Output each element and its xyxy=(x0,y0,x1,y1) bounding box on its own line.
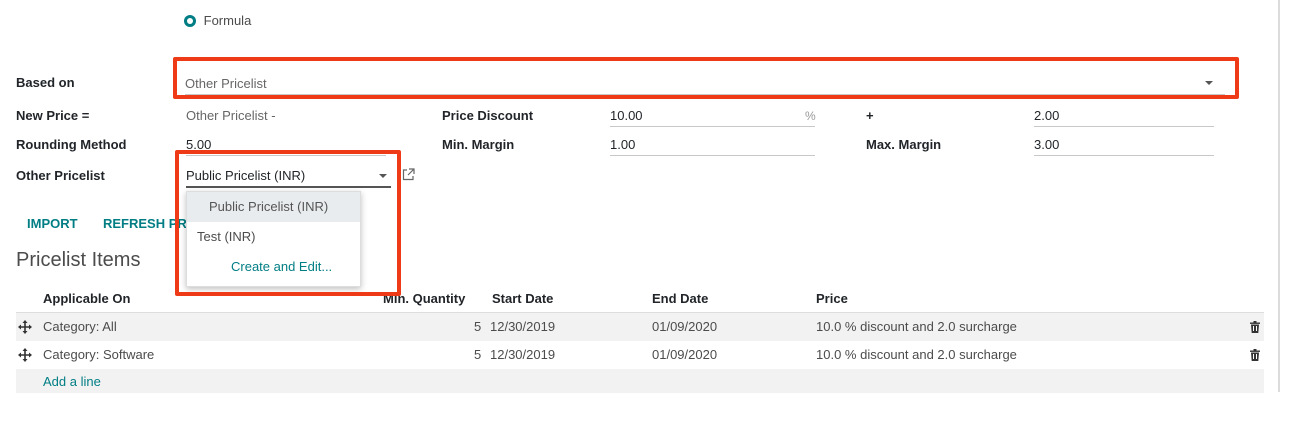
cell-end-date: 01/09/2020 xyxy=(652,319,718,334)
highlight-box-based-on xyxy=(173,57,1239,99)
min-margin-input[interactable]: 1.00 xyxy=(610,135,815,156)
table-row[interactable]: Category: All 5 12/30/2019 01/09/2020 10… xyxy=(16,313,1264,341)
refresh-prices-button[interactable]: REFRESH PR xyxy=(103,216,186,231)
add-line-link[interactable]: Add a line xyxy=(43,369,101,395)
rounding-method-label: Rounding Method xyxy=(16,137,127,152)
based-on-label: Based on xyxy=(16,75,75,90)
col-price[interactable]: Price xyxy=(816,291,848,306)
min-margin-label: Min. Margin xyxy=(442,137,515,152)
cell-min-quantity: 5 xyxy=(474,319,482,334)
radio-checked-icon[interactable] xyxy=(184,15,196,27)
other-pricelist-label: Other Pricelist xyxy=(16,168,105,183)
cell-price: 10.0 % discount and 2.0 surcharge xyxy=(816,319,1017,334)
col-start-date[interactable]: Start Date xyxy=(492,291,553,306)
price-discount-input[interactable]: 10.00 % xyxy=(610,106,816,127)
surcharge-value: 2.00 xyxy=(1034,108,1060,123)
surcharge-input[interactable]: 2.00 xyxy=(1034,106,1214,127)
col-applicable-on[interactable]: Applicable On xyxy=(43,291,130,306)
move-icon[interactable] xyxy=(18,348,32,362)
cell-applicable-on: Category: Software xyxy=(43,347,155,362)
move-icon[interactable] xyxy=(18,320,32,334)
page-scrollbar[interactable] xyxy=(1278,0,1280,392)
highlight-box-other-pricelist xyxy=(175,150,401,296)
add-line-row: Add a line xyxy=(16,369,1264,393)
surcharge-label: + xyxy=(866,108,874,123)
trash-icon[interactable] xyxy=(1250,321,1260,333)
max-margin-value: 3.00 xyxy=(1034,137,1060,152)
cell-start-date: 12/30/2019 xyxy=(490,319,556,334)
max-margin-label: Max. Margin xyxy=(866,137,942,152)
new-price-label: New Price = xyxy=(16,108,90,123)
col-end-date[interactable]: End Date xyxy=(652,291,708,306)
trash-icon[interactable] xyxy=(1250,349,1260,361)
cell-end-date: 01/09/2020 xyxy=(652,347,718,362)
import-button[interactable]: IMPORT xyxy=(27,216,78,231)
cell-price: 10.0 % discount and 2.0 surcharge xyxy=(816,347,1017,362)
min-margin-value: 1.00 xyxy=(610,137,636,152)
formula-option[interactable]: Formula xyxy=(184,13,251,28)
percent-unit: % xyxy=(805,109,816,123)
cell-applicable-on: Category: All xyxy=(43,319,117,334)
cell-start-date: 12/30/2019 xyxy=(490,347,556,362)
max-margin-input[interactable]: 3.00 xyxy=(1034,135,1214,156)
external-link-icon[interactable] xyxy=(402,168,415,181)
cell-min-quantity: 5 xyxy=(474,347,482,362)
price-discount-value: 10.00 xyxy=(610,108,643,123)
price-discount-label: Price Discount xyxy=(442,108,534,123)
section-title: Pricelist Items xyxy=(16,249,141,271)
table-row[interactable]: Category: Software 5 12/30/2019 01/09/20… xyxy=(16,341,1264,369)
formula-label: Formula xyxy=(203,13,252,28)
new-price-value: Other Pricelist - xyxy=(186,108,276,123)
